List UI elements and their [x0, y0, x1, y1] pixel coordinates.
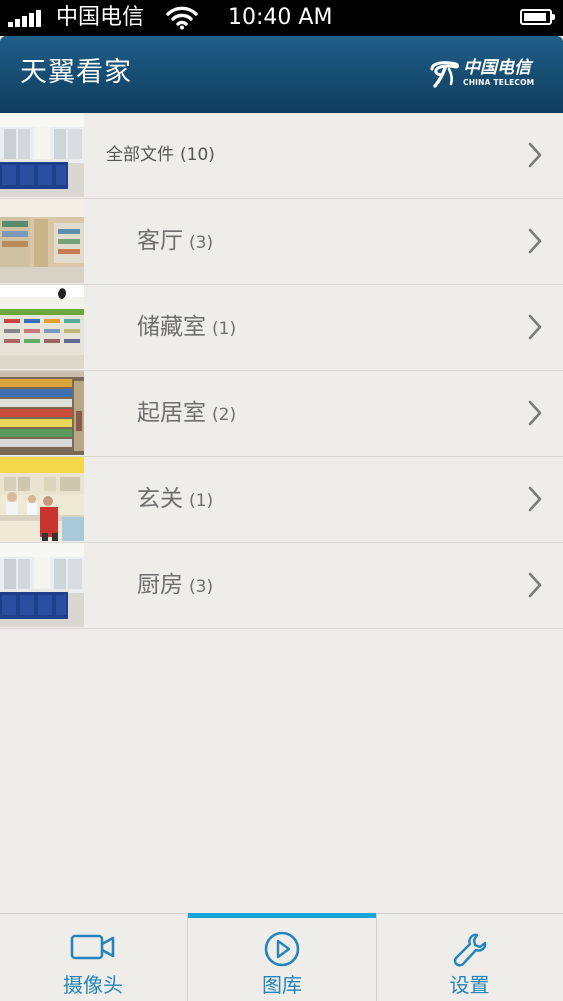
- folder-row[interactable]: 起居室 (2): [0, 371, 563, 457]
- folder-row[interactable]: 储藏室 (1): [0, 285, 563, 371]
- folder-name: 储藏室: [137, 314, 206, 340]
- status-bar: 中国电信 10:40 AM: [0, 0, 563, 36]
- folder-count: (1): [212, 319, 237, 339]
- play-circle-icon: [264, 931, 300, 967]
- folder-list: 全部文件 (10) 客厅 (3) 储藏室 (1) 起居室 (2) 玄关 (1) …: [0, 113, 563, 629]
- brand-name-en: CHINA TELECOM: [463, 78, 535, 87]
- battery-icon: [520, 9, 555, 25]
- chevron-right-icon: [527, 142, 543, 172]
- folder-thumbnail: [0, 113, 84, 197]
- folder-thumbnail: [0, 199, 84, 283]
- folder-row[interactable]: 玄关 (1): [0, 457, 563, 543]
- folder-count: (3): [189, 233, 214, 253]
- folder-name: 厨房: [137, 572, 183, 598]
- folder-row[interactable]: 客厅 (3): [0, 199, 563, 285]
- brand-name-cn: 中国电信: [463, 58, 531, 78]
- carrier-name: 中国电信: [56, 5, 145, 30]
- folder-thumbnail: [0, 285, 84, 369]
- folder-count: (3): [189, 577, 214, 597]
- folder-name: 全部文件: [106, 145, 174, 165]
- china-telecom-logo: 中国电信 CHINA TELECOM: [429, 58, 545, 92]
- folder-name: 客厅: [137, 228, 183, 254]
- folder-label: 厨房 (3): [137, 543, 213, 627]
- active-tab-indicator: [188, 913, 376, 918]
- china-telecom-mark-icon: [430, 61, 459, 88]
- video-camera-icon: [70, 934, 115, 960]
- tab-camera[interactable]: 摄像头: [0, 914, 186, 1001]
- folder-row[interactable]: 厨房 (3): [0, 543, 563, 629]
- folder-name: 起居室: [137, 400, 206, 426]
- wifi-icon: [166, 6, 198, 34]
- folder-label: 储藏室 (1): [137, 285, 236, 369]
- folder-thumbnail: [0, 543, 84, 627]
- tab-settings[interactable]: 设置: [376, 914, 563, 1001]
- chevron-right-icon: [527, 228, 543, 258]
- folder-label: 玄关 (1): [137, 457, 213, 541]
- chevron-right-icon: [527, 314, 543, 344]
- folder-name: 玄关: [137, 486, 183, 512]
- folder-count: (2): [212, 405, 237, 425]
- folder-thumbnail: [0, 371, 84, 455]
- bottom-tab-bar: 摄像头 图库 设置: [0, 913, 563, 1001]
- app-header: 天翼看家 中国电信 CHINA TELECOM: [0, 36, 563, 113]
- clock: 10:40 AM: [228, 5, 333, 30]
- folder-label: 全部文件 (10): [106, 113, 215, 197]
- folder-label: 起居室 (2): [137, 371, 236, 455]
- tab-camera-label: 摄像头: [63, 973, 123, 997]
- wrench-icon: [453, 933, 486, 967]
- tab-gallery[interactable]: 图库: [187, 913, 377, 1001]
- signal-icon: [8, 9, 44, 27]
- chevron-right-icon: [527, 486, 543, 516]
- folder-thumbnail: [0, 457, 84, 541]
- folder-row[interactable]: 全部文件 (10): [0, 113, 563, 199]
- folder-count: (1): [189, 491, 214, 511]
- tab-settings-label: 设置: [449, 973, 490, 997]
- chevron-right-icon: [527, 400, 543, 430]
- folder-count: (10): [180, 145, 215, 165]
- folder-label: 客厅 (3): [137, 199, 213, 283]
- app-title: 天翼看家: [20, 57, 132, 88]
- tab-gallery-label: 图库: [262, 973, 302, 997]
- chevron-right-icon: [527, 572, 543, 602]
